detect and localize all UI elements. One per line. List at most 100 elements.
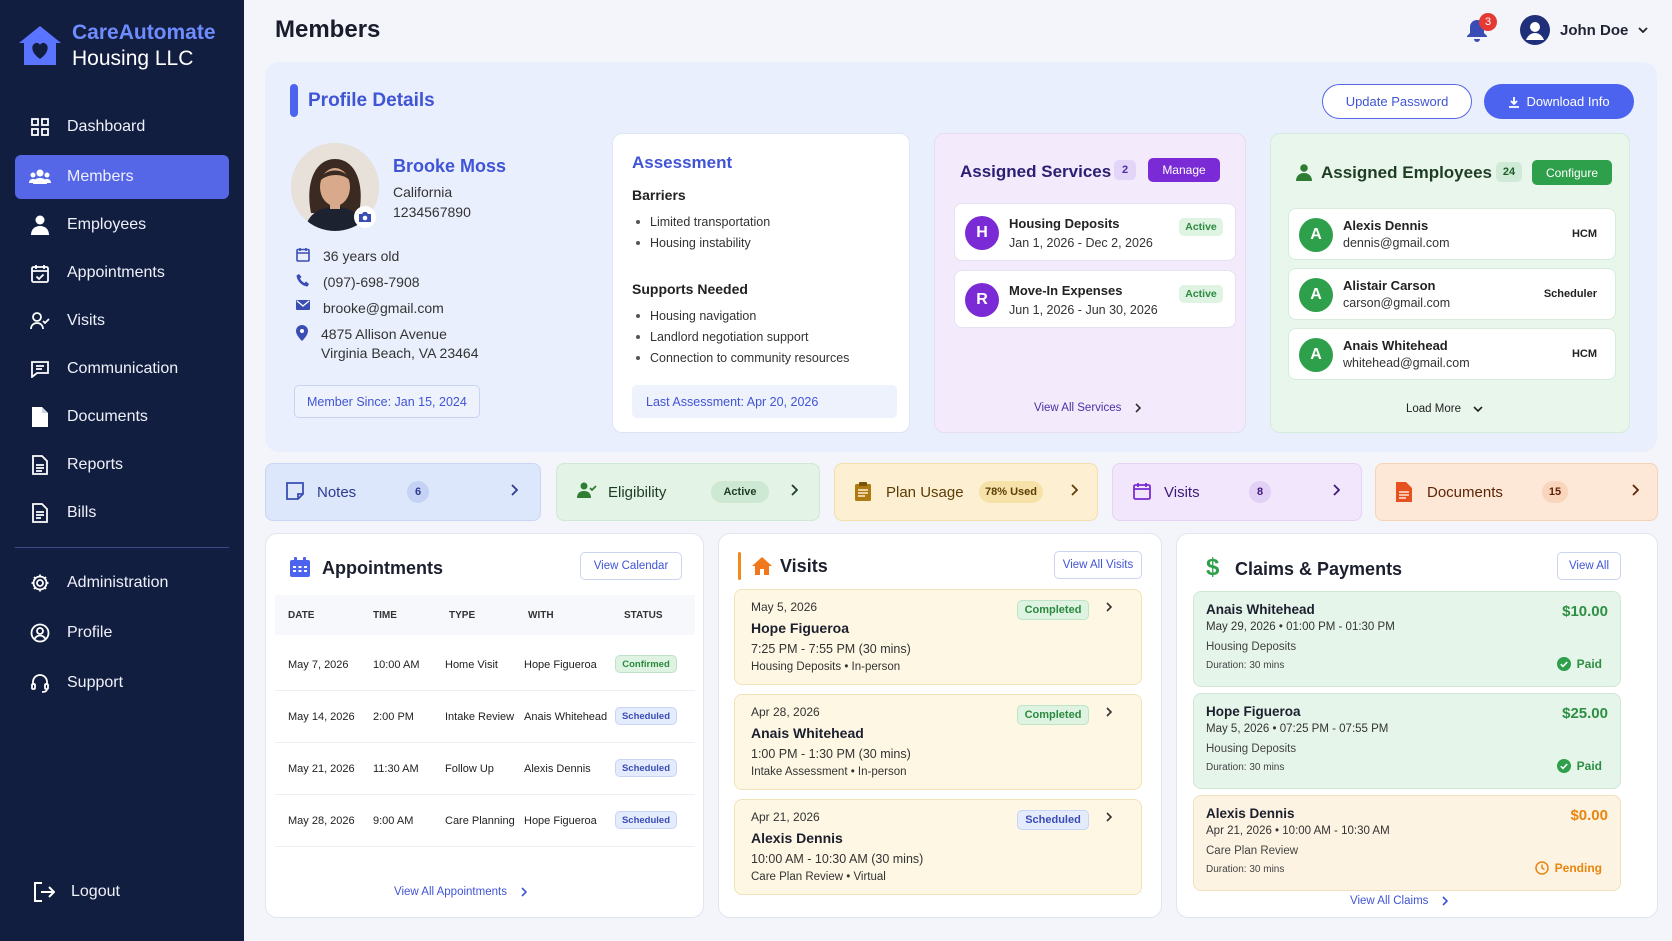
nav-label: Documents <box>67 408 148 425</box>
claim-card[interactable]: Hope Figueroa May 5, 2026 • 07:25 PM - 0… <box>1193 693 1621 789</box>
visit-date: Apr 21, 2026 <box>751 810 820 824</box>
eligibility-card[interactable]: Eligibility Active <box>556 463 820 521</box>
user-menu[interactable]: John Doe <box>1520 15 1648 45</box>
nav-label: Employees <box>67 216 147 233</box>
mail-icon <box>296 299 310 311</box>
appt-date: May 28, 2026 <box>288 815 355 827</box>
top-bar: Members 3 John Doe <box>244 0 1672 60</box>
chevron-right-icon <box>1106 707 1112 717</box>
status-badge: Scheduled <box>615 707 677 725</box>
employee-email: dennis@gmail.com <box>1343 236 1450 250</box>
address-line2: Virginia Beach, VA 23464 <box>321 345 479 361</box>
nav-dashboard[interactable]: Dashboard <box>15 105 229 149</box>
view-all-claims-button[interactable]: View All <box>1557 552 1621 580</box>
appointments-table-header: DATE TIME TYPE WITH STATUS <box>275 595 695 635</box>
service-initial: R <box>965 283 999 317</box>
file-icon <box>29 406 51 428</box>
clipboard-icon <box>855 482 871 501</box>
load-more-button[interactable]: Load More <box>1406 403 1483 415</box>
user-circle-icon <box>29 622 51 644</box>
table-row[interactable]: May 14, 2026 2:00 PM Intake Review Anais… <box>275 691 695 743</box>
claim-card[interactable]: Anais Whitehead May 29, 2026 • 01:00 PM … <box>1193 591 1621 687</box>
note-icon <box>286 482 304 500</box>
member-state: California <box>393 184 453 200</box>
load-more-label: Load More <box>1406 403 1461 415</box>
nav-profile[interactable]: Profile <box>15 611 229 655</box>
appt-time: 11:30 AM <box>373 763 419 775</box>
status-badge: Active <box>1179 218 1223 236</box>
nav-bills[interactable]: Bills <box>15 491 229 535</box>
visit-card[interactable]: Apr 28, 2026 Anais Whitehead 1:00 PM - 1… <box>734 694 1142 790</box>
service-name: Move-In Expenses <box>1009 283 1123 298</box>
visit-card[interactable]: May 5, 2026 Hope Figueroa 7:25 PM - 7:55… <box>734 589 1142 685</box>
phone-text: (097)-698-7908 <box>323 274 420 290</box>
plan-usage-card[interactable]: Plan Usage 78% Used <box>834 463 1098 521</box>
documents-card[interactable]: Documents 15 <box>1375 463 1658 521</box>
configure-button[interactable]: Configure <box>1532 160 1612 185</box>
claim-card[interactable]: Alexis Dennis Apr 21, 2026 • 10:00 AM - … <box>1193 795 1621 891</box>
nav-label: Members <box>67 168 134 185</box>
address-line1: 4875 Allison Avenue <box>321 326 447 342</box>
nav-employees[interactable]: Employees <box>15 203 229 247</box>
calendar-icon <box>1133 482 1151 500</box>
chevron-right-icon <box>1442 896 1449 906</box>
nav-communication[interactable]: Communication <box>15 347 229 391</box>
download-info-label: Download Info <box>1526 94 1610 109</box>
notes-count-badge: 6 <box>407 481 429 503</box>
service-dates: Jun 1, 2026 - Jun 30, 2026 <box>1009 303 1158 317</box>
employee-icon <box>29 214 51 236</box>
update-password-button[interactable]: Update Password <box>1322 84 1472 119</box>
notes-label: Notes <box>317 484 357 501</box>
table-row[interactable]: May 21, 2026 11:30 AM Follow Up Alexis D… <box>275 743 695 795</box>
nav-documents[interactable]: Documents <box>15 395 229 439</box>
calendar-check-icon <box>29 262 51 284</box>
service-item[interactable]: H Housing Deposits Jan 1, 2026 - Dec 2, … <box>954 203 1236 261</box>
support-item: Connection to community resources <box>636 351 849 365</box>
visit-type: Housing Deposits • In-person <box>751 661 901 673</box>
visit-card[interactable]: Apr 21, 2026 Alexis Dennis 10:00 AM - 10… <box>734 799 1142 895</box>
view-all-claims-link[interactable]: View All Claims <box>1350 895 1449 907</box>
nav-divider <box>15 547 229 548</box>
visits-label: Visits <box>1164 484 1200 501</box>
status-badge: Scheduled <box>615 759 677 777</box>
view-all-appointments-link[interactable]: View All Appointments <box>394 886 527 898</box>
visit-time: 10:00 AM - 10:30 AM (30 mins) <box>751 852 924 866</box>
view-all-visits-button[interactable]: View All Visits <box>1054 551 1142 579</box>
claim-duration: Duration: 30 mins <box>1206 660 1285 671</box>
claim-service: Care Plan Review <box>1206 845 1299 857</box>
brand-logo[interactable]: CareAutomate Housing LLC <box>16 20 216 72</box>
nav-administration[interactable]: Administration <box>15 561 229 605</box>
claims-title: Claims & Payments <box>1235 559 1403 579</box>
table-row[interactable]: May 7, 2026 10:00 AM Home Visit Hope Fig… <box>275 639 695 691</box>
nav-support[interactable]: Support <box>15 661 229 705</box>
claim-datetime: May 5, 2026 • 07:25 PM - 07:55 PM <box>1206 723 1389 735</box>
nav-appointments[interactable]: Appointments <box>15 251 229 295</box>
notes-card[interactable]: Notes 6 <box>265 463 541 521</box>
claim-duration: Duration: 30 mins <box>1206 762 1285 773</box>
assessment-title: Assessment <box>632 153 733 172</box>
documents-label: Documents <box>1427 484 1503 501</box>
download-info-button[interactable]: Download Info <box>1484 84 1634 119</box>
camera-icon[interactable] <box>354 206 376 228</box>
manage-button[interactable]: Manage <box>1148 158 1220 182</box>
employee-item[interactable]: A Alexis Dennis dennis@gmail.com HCM <box>1288 208 1616 260</box>
nav-logout[interactable]: Logout <box>15 870 229 914</box>
visits-card[interactable]: Visits 8 <box>1112 463 1362 521</box>
chevron-right-icon <box>791 484 798 496</box>
view-all-services-link[interactable]: View All Services <box>1034 402 1142 414</box>
employee-item[interactable]: A Anais Whitehead whitehead@gmail.com HC… <box>1288 328 1616 380</box>
appointments-title: Appointments <box>322 558 443 578</box>
services-count-badge: 2 <box>1114 160 1136 180</box>
nav-members[interactable]: Members <box>15 155 229 199</box>
table-row[interactable]: May 28, 2026 9:00 AM Care Planning Hope … <box>275 795 695 847</box>
claim-amount: $10.00 <box>1562 603 1608 620</box>
employee-item[interactable]: A Alistair Carson carson@gmail.com Sched… <box>1288 268 1616 320</box>
nav-label: Dashboard <box>67 118 146 135</box>
view-calendar-button[interactable]: View Calendar <box>580 552 682 580</box>
chevron-right-icon <box>511 484 518 496</box>
nav-reports[interactable]: Reports <box>15 443 229 487</box>
service-item[interactable]: R Move-In Expenses Jun 1, 2026 - Jun 30,… <box>954 270 1236 328</box>
payment-status: Paid <box>1556 657 1602 671</box>
employee-name: Anais Whitehead <box>1343 338 1448 353</box>
nav-visits[interactable]: Visits <box>15 299 229 343</box>
